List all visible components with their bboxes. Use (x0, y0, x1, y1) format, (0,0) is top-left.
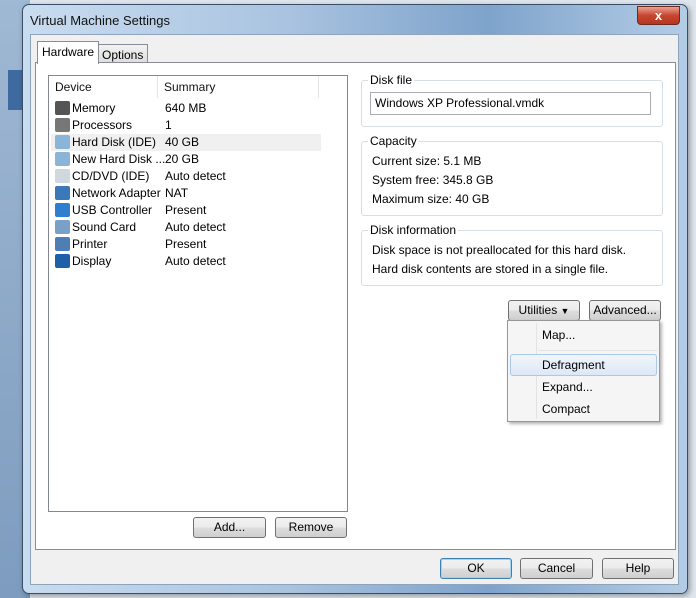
menu-separator (538, 350, 657, 351)
device-name: Processors (72, 118, 133, 132)
disk-info-line-2: Hard disk contents are stored in a singl… (372, 262, 609, 276)
background-panel (8, 70, 22, 110)
tab-hardware[interactable]: Hardware (37, 41, 100, 64)
device-summary: Present (165, 237, 207, 251)
ok-button[interactable]: OK (440, 558, 512, 579)
device-name: Display (72, 254, 112, 268)
device-row[interactable]: Network Adapter NAT (51, 185, 321, 202)
device-summary: 640 MB (165, 101, 207, 115)
hard-disk-icon (55, 135, 70, 149)
device-name: Memory (72, 101, 116, 115)
device-summary: 40 GB (165, 135, 200, 149)
device-summary: Auto detect (165, 220, 226, 234)
menu-item-compact[interactable]: Compact (510, 398, 657, 420)
capacity-group: Capacity Current size: 5.1 MB System fre… (361, 134, 663, 216)
device-name: Sound Card (72, 220, 137, 234)
disk-file-group: Disk file Windows XP Professional.vmdk (361, 73, 663, 127)
device-name: CD/DVD (IDE) (72, 169, 150, 183)
speaker-icon (55, 220, 70, 234)
window-title: Virtual Machine Settings (30, 13, 170, 28)
device-row[interactable]: New Hard Disk ... 20 GB (51, 151, 321, 168)
device-row[interactable]: CD/DVD (IDE) Auto detect (51, 168, 321, 185)
dropdown-arrow-icon: ▼ (560, 306, 570, 316)
remove-button[interactable]: Remove (275, 517, 347, 538)
device-name: Printer (72, 237, 108, 251)
display-icon (55, 254, 70, 268)
device-row[interactable]: Printer Present (51, 236, 321, 253)
disk-info-line-1: Disk space is not preallocated for this … (372, 243, 627, 257)
device-row[interactable]: Hard Disk (IDE) 40 GB (51, 134, 321, 151)
add-button[interactable]: Add... (193, 517, 266, 538)
column-header-device[interactable]: Device (49, 76, 158, 98)
processor-icon (55, 118, 70, 132)
device-name: New Hard Disk ... (72, 152, 166, 166)
close-button[interactable]: x (637, 6, 680, 25)
device-row[interactable]: Display Auto detect (51, 253, 321, 270)
disk-information-label: Disk information (368, 223, 459, 237)
device-summary: 20 GB (165, 152, 200, 166)
menu-item-defragment[interactable]: Defragment (510, 354, 657, 376)
device-row[interactable]: Sound Card Auto detect (51, 219, 321, 236)
advanced-button[interactable]: Advanced... (589, 300, 661, 321)
help-button[interactable]: Help (602, 558, 674, 579)
cd-icon (55, 169, 70, 183)
device-name: Hard Disk (IDE) (72, 135, 157, 149)
printer-icon (55, 237, 70, 251)
maximum-size: Maximum size: 40 GB (372, 192, 490, 206)
menu-item-map[interactable]: Map... (510, 324, 657, 346)
device-summary: NAT (165, 186, 189, 200)
device-name: USB Controller (72, 203, 153, 217)
current-size: Current size: 5.1 MB (372, 154, 482, 168)
disk-information-group: Disk information Disk space is not preal… (361, 223, 663, 286)
device-summary: Auto detect (165, 254, 226, 268)
device-summary: Present (165, 203, 207, 217)
utilities-button[interactable]: Utilities ▼ (508, 300, 580, 321)
capacity-label: Capacity (368, 134, 419, 148)
device-row[interactable]: USB Controller Present (51, 202, 321, 219)
disk-file-label: Disk file (368, 73, 415, 87)
utilities-label: Utilities (518, 303, 558, 317)
device-list[interactable]: Device Summary Memory 640 MB Processors 1 Ha… (48, 75, 348, 512)
cancel-button[interactable]: Cancel (520, 558, 593, 579)
device-row[interactable]: Processors 1 (51, 117, 321, 134)
column-header-summary[interactable]: Summary (158, 76, 319, 98)
device-name: Network Adapter (72, 186, 161, 200)
utilities-menu: Map... Defragment Expand... Compact (507, 320, 660, 422)
network-icon (55, 186, 70, 200)
usb-icon (55, 203, 70, 217)
tab-options[interactable]: Options (97, 44, 149, 64)
device-summary: Auto detect (165, 169, 226, 183)
memory-icon (55, 101, 70, 115)
device-summary: 1 (165, 118, 172, 132)
hard-disk-icon (55, 152, 70, 166)
disk-file-input[interactable]: Windows XP Professional.vmdk (370, 92, 651, 115)
system-free: System free: 345.8 GB (372, 173, 494, 187)
menu-item-expand[interactable]: Expand... (510, 376, 657, 398)
device-row[interactable]: Memory 640 MB (51, 100, 321, 117)
